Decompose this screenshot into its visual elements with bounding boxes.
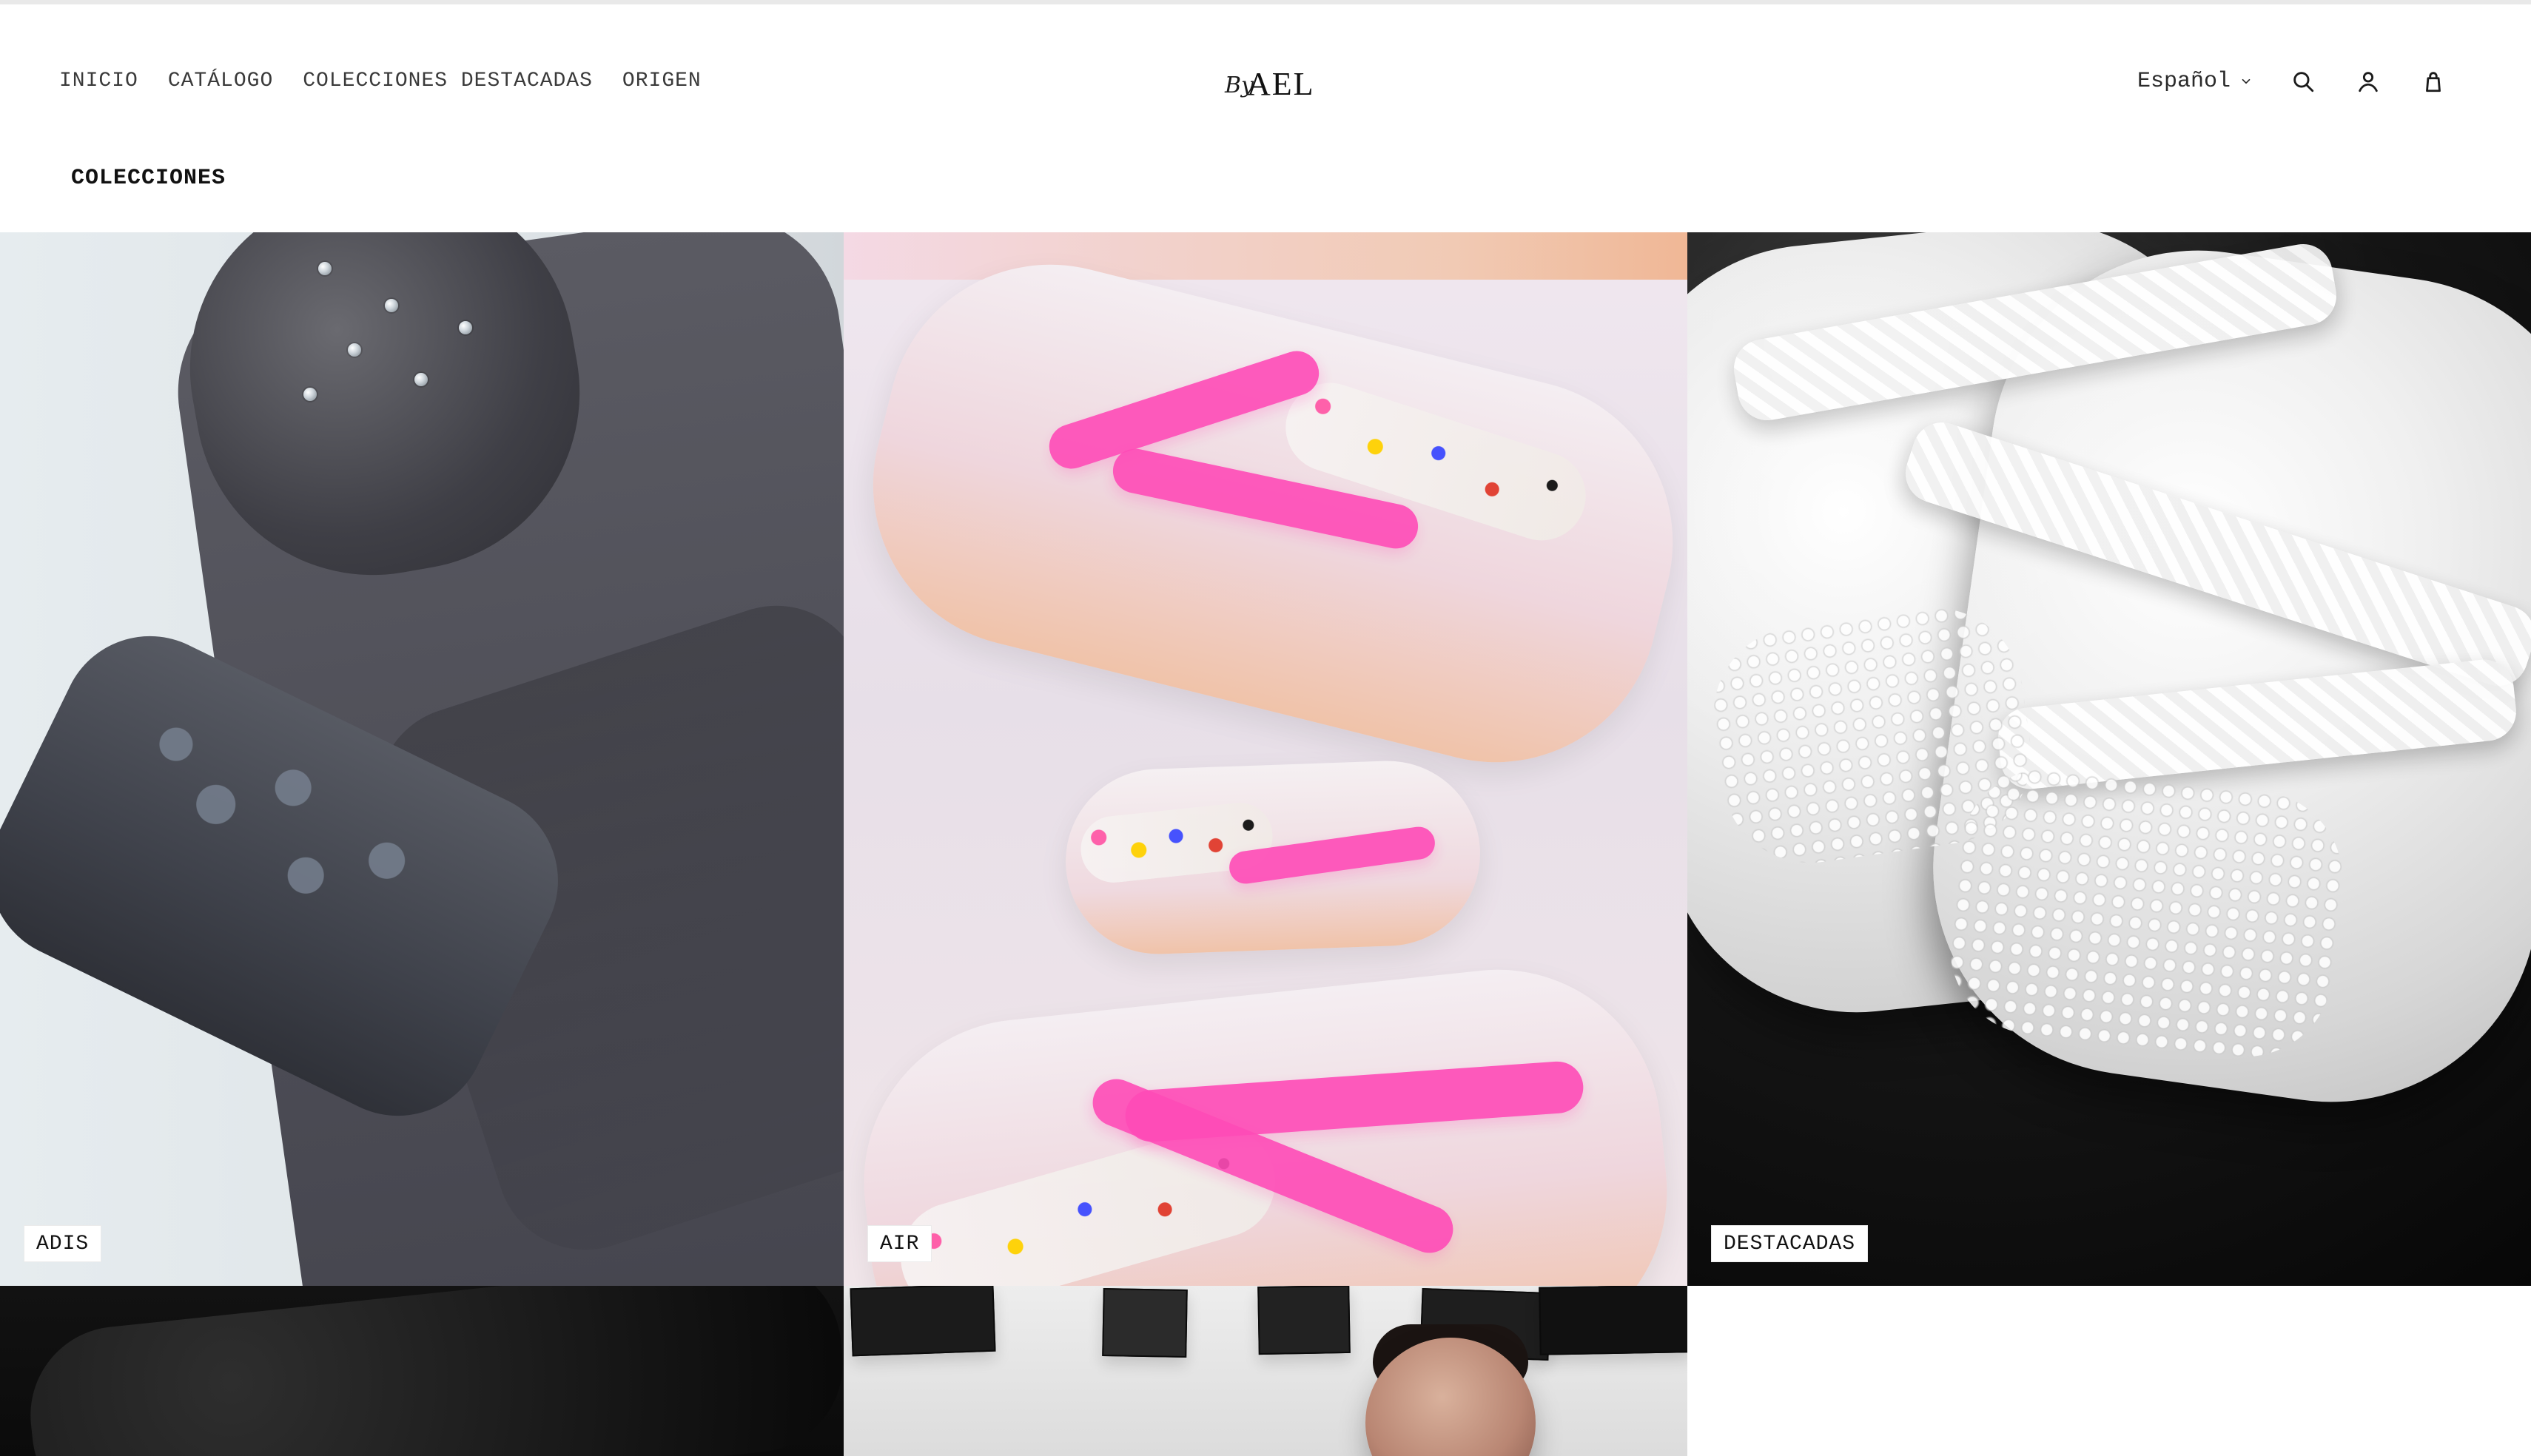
nav-item-colecciones-destacadas[interactable]: COLECCIONES DESTACADAS: [303, 67, 593, 96]
main-nav: INICIO CATÁLOGO COLECCIONES DESTACADAS O…: [59, 67, 702, 96]
dark-fabric-shape: [21, 1286, 844, 1456]
collection-card-partial-2[interactable]: [844, 1286, 1687, 1456]
user-icon[interactable]: [2352, 65, 2384, 98]
logo-main-text: AEL: [1247, 66, 1315, 102]
language-selector[interactable]: Español: [2137, 67, 2254, 96]
beanie-gem: [348, 343, 361, 357]
collections-title: COLECCIONES: [71, 166, 226, 191]
collection-card-adis[interactable]: ADIS: [0, 232, 844, 1286]
beanie-gem: [459, 321, 472, 334]
brand-logo[interactable]: By AEL: [1225, 65, 1314, 102]
wall-poster: [1102, 1288, 1188, 1358]
collection-image: [844, 1286, 1687, 1456]
beanie-gem: [414, 373, 428, 386]
collection-image: [1687, 232, 2531, 1286]
beanie-gem: [303, 388, 317, 401]
header-actions: Español: [2137, 65, 2450, 98]
collection-label: AIR: [867, 1225, 932, 1262]
shine-overlay: [1687, 232, 2531, 1286]
nav-item-catalogo[interactable]: CATÁLOGO: [168, 67, 273, 96]
nav-item-origen[interactable]: ORIGEN: [622, 67, 702, 96]
beanie-gem: [385, 299, 398, 312]
collection-card-partial-1[interactable]: [0, 1286, 844, 1456]
chevron-down-icon: [2238, 73, 2254, 90]
nav-item-inicio[interactable]: INICIO: [59, 67, 138, 96]
collection-card-destacadas[interactable]: DESTACADAS: [1687, 232, 2531, 1286]
collection-label: ADIS: [24, 1225, 102, 1262]
empty-grid-cell: [1687, 1286, 2531, 1456]
collection-card-air[interactable]: AIR: [844, 232, 1687, 1286]
site-header: INICIO CATÁLOGO COLECCIONES DESTACADAS O…: [0, 4, 2531, 232]
search-icon[interactable]: [2287, 65, 2319, 98]
wall-poster: [850, 1286, 996, 1357]
language-label: Español: [2137, 69, 2231, 94]
cart-icon[interactable]: [2417, 65, 2450, 98]
collections-grid: ADIS AIR DESTACADAS: [0, 232, 2531, 1456]
sole-strip: [844, 232, 1687, 280]
wall-poster: [1257, 1286, 1351, 1355]
collection-label: DESTACADAS: [1711, 1225, 1869, 1262]
collection-image: [0, 1286, 844, 1456]
collection-image: [0, 232, 844, 1286]
wall-poster: [1539, 1286, 1687, 1355]
collection-image: [844, 232, 1687, 1286]
beanie-gem: [318, 262, 332, 275]
